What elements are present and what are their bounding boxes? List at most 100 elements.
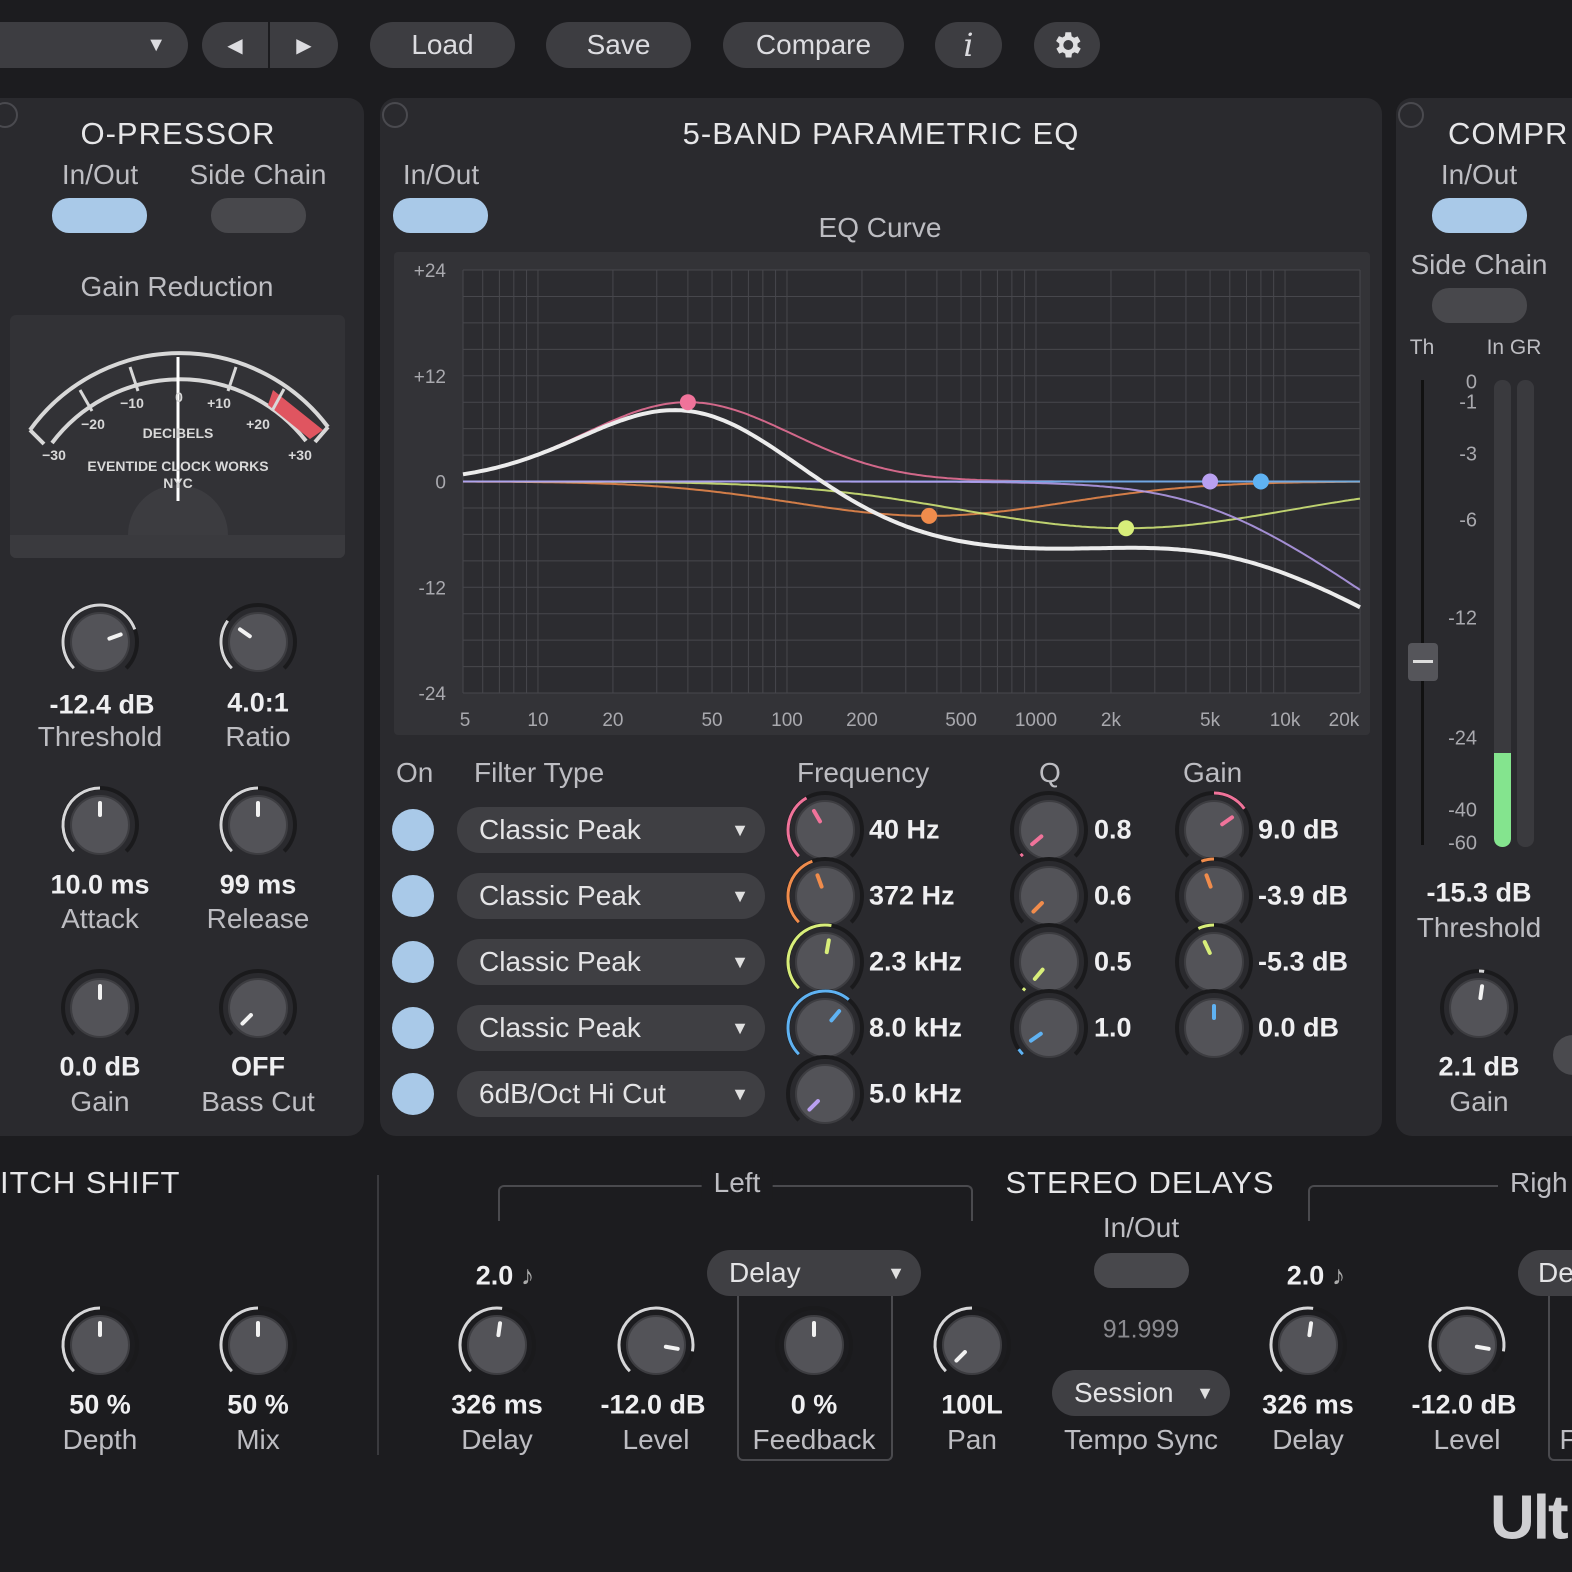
band-on-toggle[interactable] <box>392 1073 434 1115</box>
x-tick-label: 5 <box>460 710 471 731</box>
eq-curve-title: EQ Curve <box>818 212 942 243</box>
meter-scale-label: −20 <box>81 416 105 432</box>
col-header-q: Q <box>1039 757 1061 788</box>
y-tick-label: -24 <box>419 684 447 705</box>
band-frequency-value: 5.0 kHz <box>869 1078 963 1109</box>
meter-brand: EVENTIDE CLOCK WORKS <box>87 458 269 474</box>
left-delay-value: 326 ms <box>451 1389 543 1420</box>
prev-preset-button[interactable]: ◀ <box>202 22 268 68</box>
bass-cut-knob[interactable] <box>216 966 300 1050</box>
knob-pointer <box>1474 1344 1491 1351</box>
pitch-shift-title: ITCH SHIFT <box>0 1165 181 1200</box>
left-feedback-knob[interactable] <box>772 1303 856 1387</box>
comp-scale-label: -12 <box>1448 607 1477 630</box>
band-q-knob[interactable] <box>1007 986 1091 1070</box>
tempo-sync-dropdown[interactable]: Session ▼ <box>1052 1370 1230 1416</box>
tempo-sync-label: Tempo Sync <box>1063 1424 1219 1455</box>
right-delay-knob[interactable] <box>1266 1303 1350 1387</box>
filter-type-dropdown[interactable]: 6dB/Oct Hi Cut ▼ <box>457 1071 765 1117</box>
band-gain-value: 9.0 dB <box>1258 814 1340 845</box>
opressor-inout-toggle[interactable] <box>52 198 147 233</box>
right-delay-mode-dropdown[interactable]: De <box>1518 1250 1572 1296</box>
band-gain-knob[interactable] <box>1172 986 1256 1070</box>
settings-button[interactable] <box>1034 22 1100 68</box>
y-tick-label: -12 <box>419 578 446 599</box>
opressor-title: O-PRESSOR <box>80 116 276 151</box>
ratio-knob[interactable] <box>216 600 300 684</box>
mix-knob[interactable] <box>216 1303 300 1387</box>
ratio-value: 4.0:1 <box>227 687 289 718</box>
comp-scale-label: -60 <box>1448 832 1477 855</box>
threshold-slider-handle[interactable] <box>1408 643 1438 681</box>
comp-gain-knob[interactable] <box>1437 966 1521 1050</box>
band-on-toggle[interactable] <box>392 809 434 851</box>
opressor-sidechain-toggle[interactable] <box>211 198 306 233</box>
threshold-knob[interactable] <box>58 600 142 684</box>
attack-value: 10.0 ms <box>50 869 150 900</box>
left-level-label: Level <box>622 1424 690 1455</box>
band-q-value: 1.0 <box>1094 1012 1132 1043</box>
meter-brand-city: NYC <box>163 475 193 491</box>
mix-value: 50 % <box>227 1389 289 1420</box>
band-frequency-knob[interactable] <box>783 1052 867 1136</box>
compare-button[interactable]: Compare <box>723 22 904 68</box>
right-channel-label: Righ <box>1498 1167 1572 1199</box>
comp-scale-label: -24 <box>1448 727 1477 750</box>
left-channel-label: Left <box>701 1167 773 1199</box>
comp-sidechain-toggle[interactable] <box>1432 288 1527 323</box>
opressor-inout-label: In/Out <box>61 159 139 190</box>
comp-scale-label: -6 <box>1459 509 1477 532</box>
left-pan-knob[interactable] <box>930 1303 1014 1387</box>
band-on-toggle[interactable] <box>392 1007 434 1049</box>
chevron-down-icon: ▼ <box>146 33 166 56</box>
bass-cut-value: OFF <box>231 1051 285 1082</box>
module-logo-icon <box>1398 102 1424 128</box>
filter-type-value: Classic Peak <box>479 880 641 911</box>
knob-pointer <box>496 1321 503 1338</box>
opressor-panel <box>0 98 364 1136</box>
right-level-knob[interactable] <box>1425 1303 1509 1387</box>
preset-dropdown[interactable]: ▼ <box>0 22 188 68</box>
col-header-on: On <box>396 757 434 788</box>
left-delay-knob[interactable] <box>455 1303 539 1387</box>
module-logo-icon <box>382 102 408 128</box>
band-handle <box>1202 473 1219 490</box>
delays-inout-toggle[interactable] <box>1094 1253 1189 1288</box>
gain-value: 0.0 dB <box>59 1051 141 1082</box>
band-handle <box>679 394 696 411</box>
band-frequency-value: 8.0 kHz <box>869 1012 963 1043</box>
left-delay-mode-dropdown[interactable]: Delay ▼ <box>707 1250 921 1296</box>
x-tick-label: 20 <box>602 710 623 731</box>
next-preset-button[interactable]: ▶ <box>270 22 338 68</box>
attack-knob[interactable] <box>58 783 142 867</box>
filter-type-dropdown[interactable]: Classic Peak ▼ <box>457 939 765 985</box>
left-level-knob[interactable] <box>614 1303 698 1387</box>
comp-inout-toggle[interactable] <box>1432 198 1527 233</box>
info-button[interactable]: i <box>935 22 1002 68</box>
meter-scale-label: −10 <box>120 395 144 411</box>
gear-icon <box>1056 32 1081 58</box>
release-knob[interactable] <box>216 783 300 867</box>
comp-scale-label: -1 <box>1459 391 1477 414</box>
gain-reduction-label: Gain Reduction <box>80 271 274 302</box>
eq-inout-toggle[interactable] <box>393 198 488 233</box>
filter-type-dropdown[interactable]: Classic Peak ▼ <box>457 873 765 919</box>
band-on-toggle[interactable] <box>392 875 434 917</box>
x-tick-label: 500 <box>945 710 977 731</box>
band-frequency-value: 372 Hz <box>869 880 955 911</box>
band-on-toggle[interactable] <box>392 941 434 983</box>
threshold-slider-track[interactable] <box>1421 380 1424 845</box>
band-frequency-value: 2.3 kHz <box>869 946 963 977</box>
output-gain-knob[interactable] <box>58 966 142 1050</box>
band-handle <box>1118 520 1135 537</box>
save-button[interactable]: Save <box>546 22 691 68</box>
ratio-label: Ratio <box>225 721 291 752</box>
load-button[interactable]: Load <box>370 22 515 68</box>
depth-knob[interactable] <box>58 1303 142 1387</box>
brand-logo: Ult <box>1490 1483 1569 1553</box>
left-note-value: 2.0 ♪ <box>475 1260 535 1291</box>
filter-type-dropdown[interactable]: Classic Peak ▼ <box>457 807 765 853</box>
eq-graph[interactable]: +24 +12 0 -12 -24 5 10 20 50 100 200 500 1000 2k 5k 10k… <box>394 252 1370 735</box>
delays-inout-label: In/Out <box>1102 1212 1180 1243</box>
filter-type-dropdown[interactable]: Classic Peak ▼ <box>457 1005 765 1051</box>
